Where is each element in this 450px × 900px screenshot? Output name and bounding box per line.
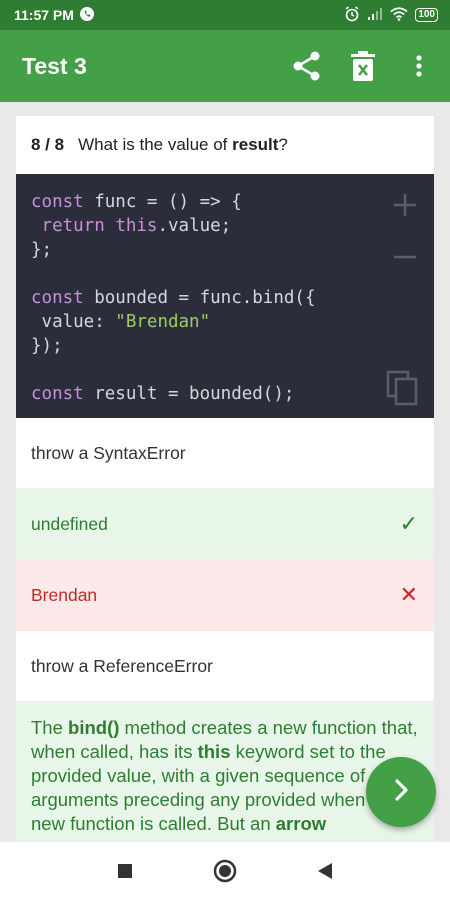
- status-time: 11:57 PM: [14, 7, 74, 23]
- status-bar: 11:57 PM 100: [0, 0, 450, 30]
- explanation-segment: The: [31, 717, 69, 738]
- alarm-icon: [344, 5, 360, 25]
- code-keyword: const: [31, 192, 84, 212]
- code-text: value:: [31, 312, 116, 332]
- code-keyword: const: [31, 384, 84, 404]
- question-suffix: ?: [278, 135, 288, 154]
- explanation-bold: bind(): [68, 717, 120, 738]
- copy-icon[interactable]: [386, 370, 418, 413]
- answer-option-wrong[interactable]: Brendan ✕: [16, 560, 434, 631]
- code-line: };: [31, 238, 434, 262]
- home-icon[interactable]: [210, 856, 240, 886]
- back-icon[interactable]: [310, 856, 340, 886]
- signal-icon: [367, 7, 383, 24]
- next-question-button[interactable]: [366, 757, 436, 827]
- check-icon: ✓: [399, 511, 418, 536]
- explanation-bold: this: [197, 741, 231, 762]
- code-keyword: this: [115, 216, 158, 236]
- cross-icon: ✕: [399, 582, 418, 607]
- code-text: .value;: [157, 216, 232, 236]
- question-card: 8 / 8 What is the value of result? const…: [16, 116, 434, 842]
- call-icon: [79, 6, 94, 24]
- answer-option[interactable]: throw a ReferenceError: [16, 631, 434, 702]
- answer-label: throw a SyntaxError: [31, 442, 186, 463]
- code-keyword: const: [31, 288, 84, 308]
- code-keyword: return: [41, 216, 105, 236]
- answer-option[interactable]: throw a SyntaxError: [16, 418, 434, 489]
- code-text: });: [31, 336, 63, 356]
- code-line: return this.value;: [31, 214, 434, 238]
- question-counter: 8 / 8: [31, 135, 65, 154]
- page-title: Test 3: [22, 52, 87, 79]
- question-keyword: result: [232, 135, 279, 154]
- code-line: const result = bounded();: [31, 382, 434, 406]
- code-line: const bounded = func.bind({: [31, 286, 434, 310]
- answer-label: throw a ReferenceError: [31, 655, 213, 676]
- code-string: "Brendan": [115, 312, 211, 332]
- chevron-right-icon: [388, 777, 414, 808]
- app-bar: Test 3: [0, 30, 450, 102]
- code-text: result = bounded();: [83, 384, 295, 404]
- code-line: });: [31, 334, 434, 358]
- explanation-bold: arrow: [275, 813, 327, 834]
- code-line: const func = () => {: [31, 190, 434, 214]
- wifi-icon: [390, 6, 408, 24]
- battery-indicator: 100: [415, 8, 438, 22]
- answer-label: Brendan: [31, 584, 98, 605]
- zoom-in-icon[interactable]: [392, 192, 418, 225]
- recents-icon[interactable]: [110, 856, 140, 886]
- zoom-out-icon[interactable]: [392, 244, 418, 277]
- more-vert-icon[interactable]: [402, 49, 436, 83]
- answer-label: undefined: [31, 513, 108, 534]
- delete-icon[interactable]: [346, 49, 380, 83]
- code-text: };: [31, 240, 53, 260]
- system-nav-bar: [0, 842, 450, 900]
- question-prefix: What is the value of: [78, 135, 233, 154]
- code-text: bounded = func.bind({: [83, 288, 316, 308]
- code-line: value: "Brendan": [31, 310, 434, 334]
- code-text: func = () => {: [83, 192, 242, 212]
- code-block: const func = () => { return this.value;}…: [16, 174, 434, 418]
- question-text: What is the value of result?: [78, 135, 288, 155]
- answer-option-correct[interactable]: undefined ✓: [16, 489, 434, 560]
- share-icon[interactable]: [290, 49, 324, 83]
- question-header: 8 / 8 What is the value of result?: [16, 116, 434, 174]
